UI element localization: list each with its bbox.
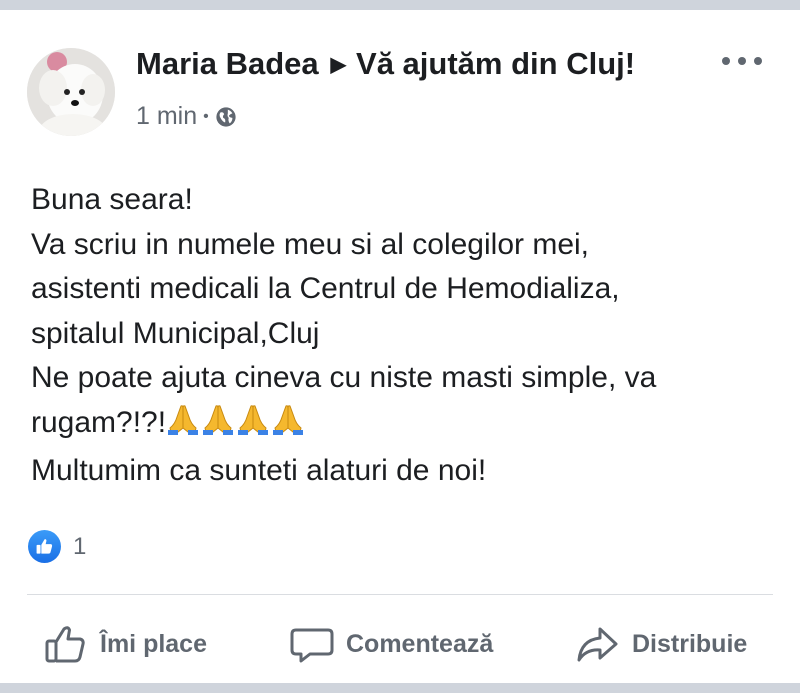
thumbs-up-icon xyxy=(45,626,85,663)
praying-hands-emoji xyxy=(236,402,270,450)
avatar[interactable] xyxy=(27,48,115,136)
post-timestamp[interactable]: 1 min xyxy=(136,102,197,131)
share-button[interactable]: Distribuie xyxy=(576,618,747,670)
post-text-line: Buna seara! xyxy=(31,183,193,216)
comment-icon xyxy=(290,628,334,663)
comment-label: Comentează xyxy=(346,629,494,658)
post-text-line: spitalul Municipal,Cluj xyxy=(31,316,320,350)
reactions-summary[interactable]: 1 xyxy=(28,530,86,563)
post-card: Maria Badea ▶ Vă ajutăm din Cluj! 1 min … xyxy=(0,10,800,683)
like-button[interactable]: Îmi place xyxy=(44,618,207,670)
post-text: Buna seara! Va scriu in numele meu si al… xyxy=(31,178,781,494)
post-text-line: asistenti medicali la Centrul de Hemodia… xyxy=(31,272,620,305)
post-meta: 1 min • xyxy=(136,102,237,131)
post-text-line: Va scriu in numele meu si al colegilor m… xyxy=(31,227,590,261)
meta-separator: • xyxy=(203,107,209,125)
dog-avatar-image xyxy=(27,48,115,136)
praying-hands-emoji-row xyxy=(166,404,306,439)
arrow-right-icon: ▶ xyxy=(330,53,347,76)
more-options-icon[interactable] xyxy=(722,48,762,74)
comment-button[interactable]: Comentează xyxy=(290,618,493,670)
praying-hands-emoji xyxy=(201,402,235,450)
like-label: Îmi place xyxy=(100,629,207,658)
globe-icon[interactable] xyxy=(215,106,237,128)
post-header: Maria Badea ▶ Vă ajutăm din Cluj! xyxy=(136,46,635,82)
author-name[interactable]: Maria Badea xyxy=(136,46,319,82)
divider xyxy=(27,594,773,595)
thumbs-up-reaction-icon xyxy=(28,530,61,563)
praying-hands-emoji xyxy=(166,402,200,450)
post-text-line-with-emoji: rugam?!?! xyxy=(31,401,781,450)
share-arrow-icon xyxy=(577,627,618,662)
share-label: Distribuie xyxy=(632,629,748,658)
reaction-count: 1 xyxy=(73,532,87,560)
group-name[interactable]: Vă ajutăm din Cluj! xyxy=(356,46,635,82)
action-bar: Îmi place Comentează Distribuie xyxy=(0,618,800,670)
post-text-line: Multumim ca sunteti alaturi de noi! xyxy=(31,454,487,487)
post-text-segment: rugam?!?! xyxy=(31,405,167,439)
praying-hands-emoji xyxy=(271,402,305,450)
post-text-line: Ne poate ajuta cineva cu niste masti sim… xyxy=(31,361,657,394)
